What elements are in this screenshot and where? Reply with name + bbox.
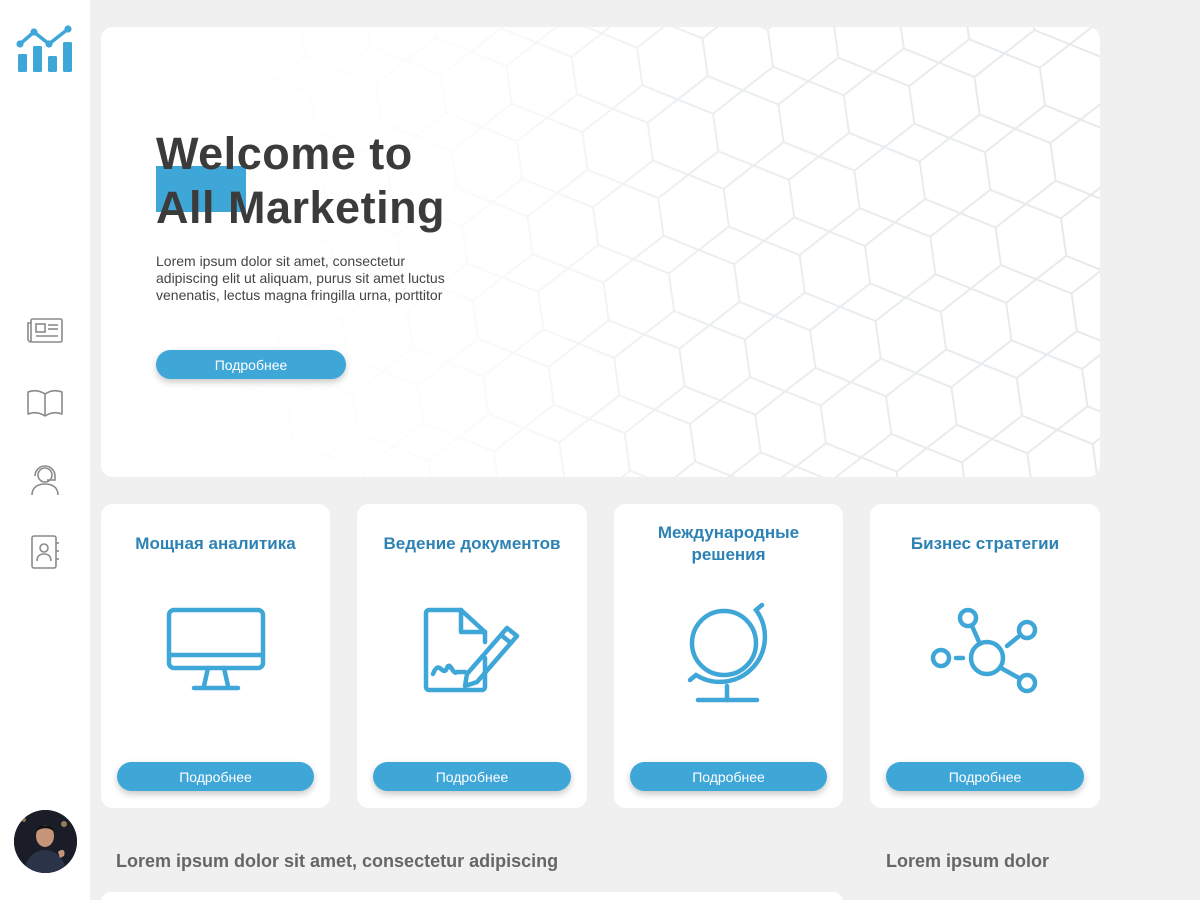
- network-nodes-icon: [930, 598, 1040, 708]
- card-title: Мощная аналитика: [135, 534, 296, 553]
- document-sign-icon: [417, 598, 527, 708]
- monitor-icon: [161, 598, 271, 708]
- user-avatar[interactable]: [14, 810, 77, 873]
- feature-card-documents: Ведение документов Подробнее: [357, 504, 587, 808]
- sidebar: [0, 0, 90, 900]
- analytics-chart-icon[interactable]: [16, 24, 74, 74]
- hero-banner: Welcome to All Marketing Lorem ipsum dol…: [101, 27, 1100, 477]
- card-more-button[interactable]: Подробнее: [373, 762, 571, 791]
- hero-more-button[interactable]: Подробнее: [156, 350, 346, 379]
- sidebar-item-support[interactable]: [24, 460, 66, 502]
- contacts-book-icon: [29, 534, 61, 575]
- card-title: Бизнес стратегии: [910, 534, 1060, 553]
- hero-title: Welcome to All Marketing: [156, 127, 445, 235]
- card-title: Ведение документов: [383, 534, 561, 553]
- feature-card-strategy: Бизнес стратегии Подробнее: [870, 504, 1100, 808]
- sidebar-item-library[interactable]: [24, 384, 66, 426]
- content-panel: [101, 892, 843, 900]
- open-book-icon: [26, 388, 64, 423]
- hero-title-line2: All Marketing: [156, 182, 446, 233]
- card-more-button[interactable]: Подробнее: [117, 762, 314, 791]
- sidebar-item-news[interactable]: [24, 312, 66, 354]
- feature-card-analytics: Мощная аналитика Подробнее: [101, 504, 330, 808]
- section-title-left: Lorem ipsum dolor sit amet, consectetur …: [116, 851, 559, 871]
- globe-icon: [674, 598, 784, 708]
- hero-description: Lorem ipsum dolor sit amet, consectetur …: [156, 253, 445, 303]
- hexagon-pattern: [101, 27, 1100, 477]
- newspaper-icon: [26, 317, 64, 350]
- support-agent-icon: [28, 462, 62, 501]
- card-more-button[interactable]: Подробнее: [630, 762, 827, 791]
- hero-title-line1: Welcome to: [156, 128, 413, 179]
- card-title: Международные решения: [657, 523, 800, 564]
- sidebar-item-contacts[interactable]: [24, 533, 66, 575]
- feature-card-international: Международные решения Подробнее: [614, 504, 843, 808]
- card-more-button[interactable]: Подробнее: [886, 762, 1084, 791]
- section-title-right: Lorem ipsum dolor: [886, 851, 1050, 871]
